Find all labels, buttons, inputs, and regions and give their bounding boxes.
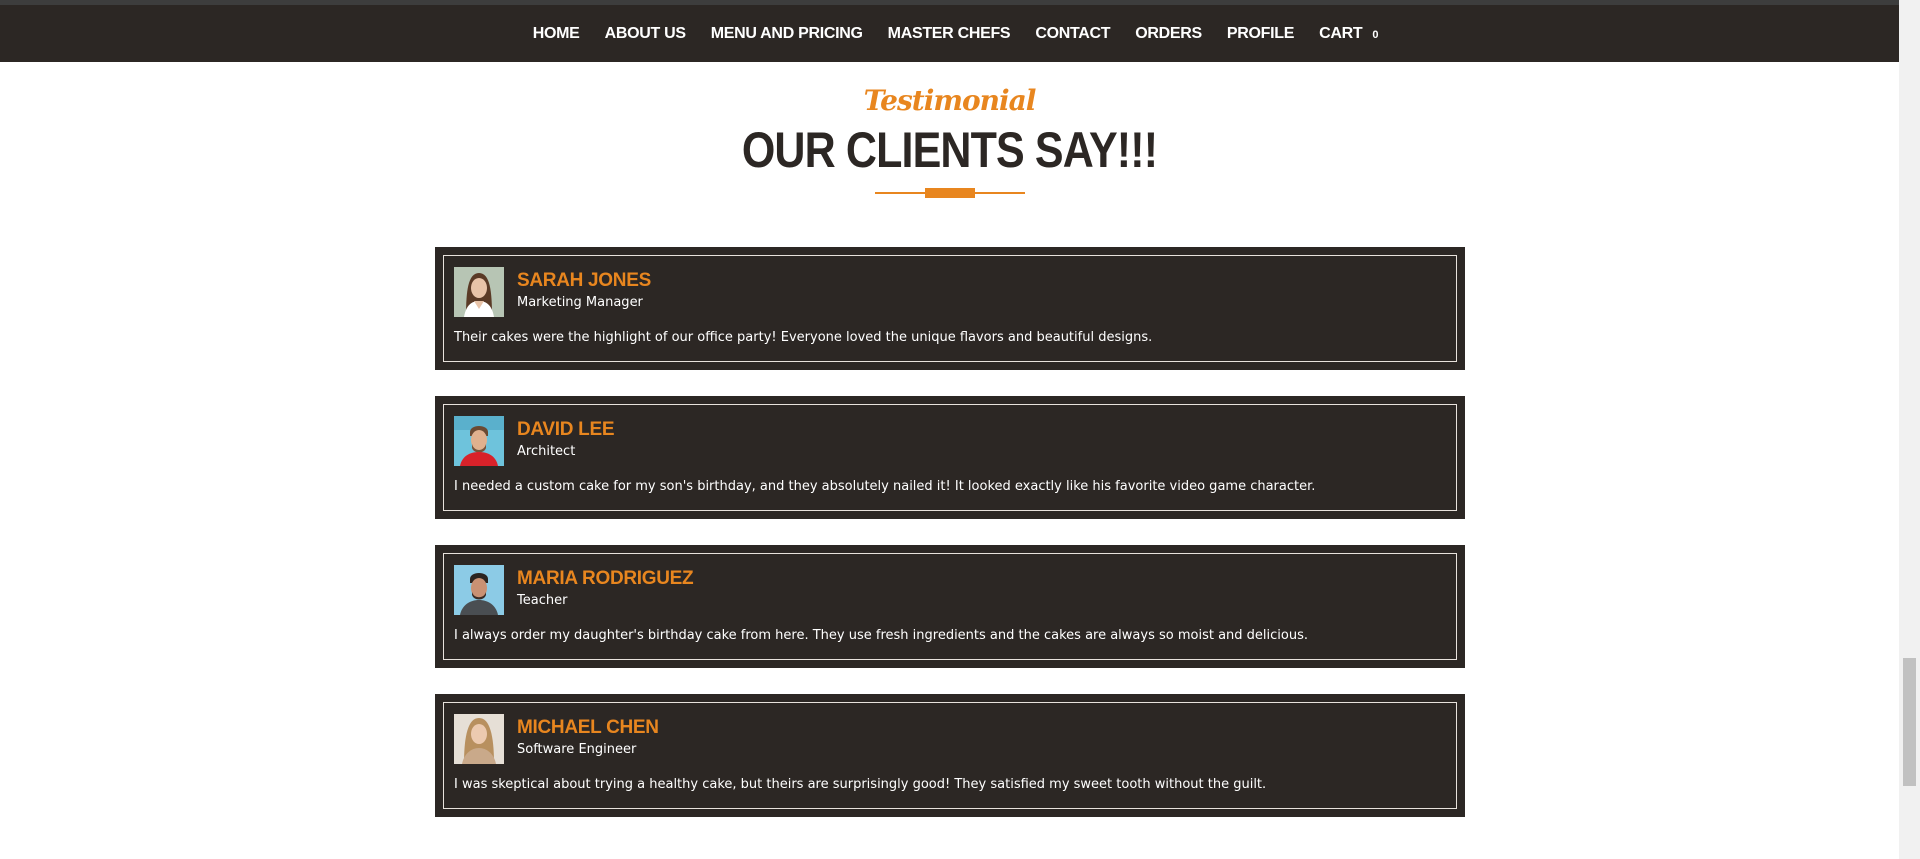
nav-menu-and-pricing[interactable]: MENU AND PRICING	[711, 25, 863, 43]
person-info: DAVID LEE Architect	[517, 416, 615, 461]
cart-count-badge: 0	[1372, 29, 1379, 41]
person-name: MARIA RODRIGUEZ	[517, 568, 694, 589]
divider-block	[924, 188, 975, 198]
testimonial-quote: I was skeptical about trying a healthy c…	[454, 777, 1267, 792]
nav-list: HOME ABOUT US MENU AND PRICING MASTER CH…	[533, 25, 1379, 43]
testimonial-quote: I needed a custom cake for my son's birt…	[454, 479, 1316, 494]
avatar	[454, 416, 504, 466]
person-role: Software Engineer	[517, 742, 637, 757]
testimonial-card-header: SARAH JONES Marketing Manager	[454, 267, 1446, 317]
section-title: OUR CLIENTS SAY!!!	[741, 122, 1158, 178]
testimonial-card: MARIA RODRIGUEZ Teacher I always order m…	[435, 545, 1465, 668]
nav-profile[interactable]: PROFILE	[1227, 25, 1295, 43]
testimonial-card: DAVID LEE Architect I needed a custom ca…	[435, 396, 1465, 519]
person-role: Marketing Manager	[517, 295, 643, 310]
page: HOME ABOUT US MENU AND PRICING MASTER CH…	[0, 0, 1920, 859]
testimonial-quote: Their cakes were the highlight of our of…	[454, 330, 1153, 345]
nav-cart[interactable]: CART 0	[1319, 25, 1378, 43]
person-role: Architect	[517, 444, 576, 459]
scrollbar-thumb[interactable]	[1903, 658, 1916, 786]
testimonial-quote: I always order my daughter's birthday ca…	[454, 628, 1309, 643]
testimonial-card-inner: MICHAEL CHEN Software Engineer I was ske…	[443, 702, 1457, 809]
avatar	[454, 565, 504, 615]
testimonial-card-inner: MARIA RODRIGUEZ Teacher I always order m…	[443, 553, 1457, 660]
testimonial-header: Testimonial OUR CLIENTS SAY!!!	[0, 84, 1899, 198]
person-info: MARIA RODRIGUEZ Teacher	[517, 565, 694, 610]
nav-master-chefs[interactable]: MASTER CHEFS	[888, 25, 1011, 43]
testimonial-card-inner: SARAH JONES Marketing Manager Their cake…	[443, 255, 1457, 362]
testimonial-card: SARAH JONES Marketing Manager Their cake…	[435, 247, 1465, 370]
avatar	[454, 714, 504, 764]
person-name: SARAH JONES	[517, 270, 651, 291]
person-name: MICHAEL CHEN	[517, 717, 659, 738]
section-divider	[874, 188, 1025, 198]
nav-home[interactable]: HOME	[533, 25, 580, 43]
navbar: HOME ABOUT US MENU AND PRICING MASTER CH…	[0, 5, 1899, 62]
nav-orders[interactable]: ORDERS	[1135, 25, 1202, 43]
testimonial-card-inner: DAVID LEE Architect I needed a custom ca…	[443, 404, 1457, 511]
testimonial-card-header: MICHAEL CHEN Software Engineer	[454, 714, 1446, 764]
testimonial-card-header: DAVID LEE Architect	[454, 416, 1446, 466]
cart-label: CART	[1319, 24, 1363, 42]
testimonial-card-header: MARIA RODRIGUEZ Teacher	[454, 565, 1446, 615]
person-role: Teacher	[517, 593, 568, 608]
avatar	[454, 267, 504, 317]
person-info: SARAH JONES Marketing Manager	[517, 267, 651, 312]
vertical-scrollbar[interactable]	[1899, 0, 1920, 859]
person-info: MICHAEL CHEN Software Engineer	[517, 714, 659, 759]
nav-contact[interactable]: CONTACT	[1035, 25, 1110, 43]
section-subtitle: Testimonial	[863, 84, 1037, 117]
person-name: DAVID LEE	[517, 419, 615, 440]
nav-about-us[interactable]: ABOUT US	[605, 25, 686, 43]
testimonial-card: MICHAEL CHEN Software Engineer I was ske…	[435, 694, 1465, 817]
testimonial-list: SARAH JONES Marketing Manager Their cake…	[435, 247, 1465, 843]
